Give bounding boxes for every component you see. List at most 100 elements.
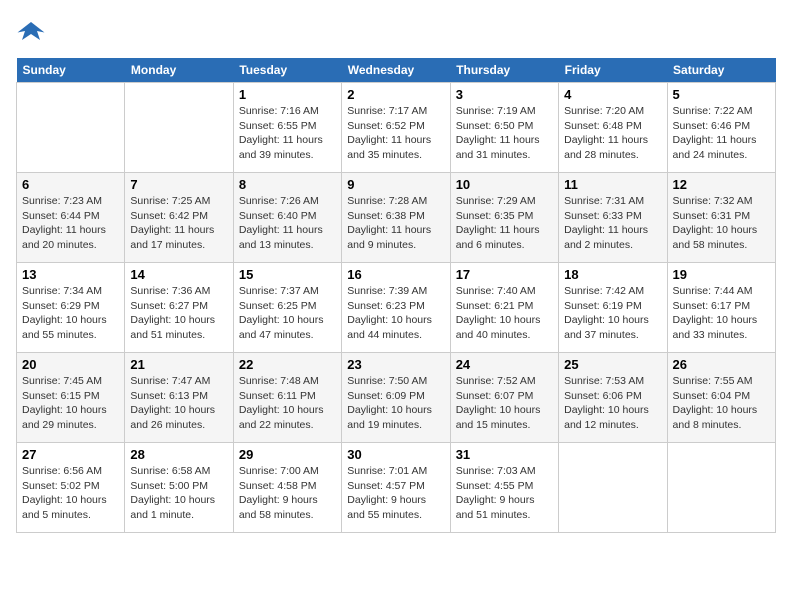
calendar-day-cell: 14Sunrise: 7:36 AMSunset: 6:27 PMDayligh… — [125, 263, 233, 353]
day-info: Sunrise: 7:28 AMSunset: 6:38 PMDaylight:… — [347, 194, 444, 253]
day-number: 20 — [22, 357, 119, 372]
day-number: 30 — [347, 447, 444, 462]
calendar-day-cell: 7Sunrise: 7:25 AMSunset: 6:42 PMDaylight… — [125, 173, 233, 263]
calendar-day-cell: 2 Sunrise: 7:17 AMSunset: 6:52 PMDaylight… — [342, 83, 450, 173]
calendar-day-cell: 6 Sunrise: 7:23 AMSunset: 6:44 PMDaylight… — [17, 173, 125, 263]
weekday-header: Sunday — [17, 58, 125, 83]
calendar-day-cell: 24 Sunrise: 7:52 AMSunset: 6:07 PMDayligh… — [450, 353, 558, 443]
calendar-week-row: 6 Sunrise: 7:23 AMSunset: 6:44 PMDaylight… — [17, 173, 776, 263]
calendar-day-cell: 25 Sunrise: 7:53 AMSunset: 6:06 PMDayligh… — [559, 353, 667, 443]
day-info: Sunrise: 6:58 AMSunset: 5:00 PMDaylight:… — [130, 464, 227, 523]
day-info: Sunrise: 7:03 AMSunset: 4:55 PMDaylight:… — [456, 464, 553, 523]
logo — [16, 16, 50, 46]
day-number: 31 — [456, 447, 553, 462]
day-info: Sunrise: 6:56 AMSunset: 5:02 PMDaylight:… — [22, 464, 119, 523]
calendar-day-cell — [125, 83, 233, 173]
day-info: Sunrise: 7:37 AMSunset: 6:25 PMDaylight:… — [239, 284, 336, 343]
day-number: 17 — [456, 267, 553, 282]
calendar-day-cell: 19 Sunrise: 7:44 AMSunset: 6:17 PMDayligh… — [667, 263, 775, 353]
calendar-day-cell: 17 Sunrise: 7:40 AMSunset: 6:21 PMDayligh… — [450, 263, 558, 353]
day-info: Sunrise: 7:42 AMSunset: 6:19 PMDaylight:… — [564, 284, 661, 343]
day-info: Sunrise: 7:50 AMSunset: 6:09 PMDaylight:… — [347, 374, 444, 433]
day-number: 28 — [130, 447, 227, 462]
calendar-day-cell: 20 Sunrise: 7:45 AMSunset: 6:15 PMDayligh… — [17, 353, 125, 443]
weekday-header: Tuesday — [233, 58, 341, 83]
weekday-header: Wednesday — [342, 58, 450, 83]
day-number: 5 — [673, 87, 770, 102]
day-info: Sunrise: 7:39 AMSunset: 6:23 PMDaylight:… — [347, 284, 444, 343]
calendar-day-cell: 4 Sunrise: 7:20 AMSunset: 6:48 PMDaylight… — [559, 83, 667, 173]
calendar-day-cell: 22 Sunrise: 7:48 AMSunset: 6:11 PMDayligh… — [233, 353, 341, 443]
day-number: 2 — [347, 87, 444, 102]
day-info: Sunrise: 7:53 AMSunset: 6:06 PMDaylight:… — [564, 374, 661, 433]
day-info: Sunrise: 7:17 AMSunset: 6:52 PMDaylight:… — [347, 104, 444, 163]
day-number: 26 — [673, 357, 770, 372]
day-number: 27 — [22, 447, 119, 462]
calendar-day-cell: 18Sunrise: 7:42 AMSunset: 6:19 PMDayligh… — [559, 263, 667, 353]
day-number: 19 — [673, 267, 770, 282]
calendar-day-cell: 13Sunrise: 7:34 AMSunset: 6:29 PMDayligh… — [17, 263, 125, 353]
day-info: Sunrise: 7:44 AMSunset: 6:17 PMDaylight:… — [673, 284, 770, 343]
calendar-day-cell: 8Sunrise: 7:26 AMSunset: 6:40 PMDaylight… — [233, 173, 341, 263]
calendar-day-cell — [17, 83, 125, 173]
calendar-day-cell: 23 Sunrise: 7:50 AMSunset: 6:09 PMDayligh… — [342, 353, 450, 443]
weekday-header: Monday — [125, 58, 233, 83]
calendar-table: SundayMondayTuesdayWednesdayThursdayFrid… — [16, 58, 776, 533]
calendar-day-cell: 10 Sunrise: 7:29 AMSunset: 6:35 PMDayligh… — [450, 173, 558, 263]
calendar-day-cell: 1 Sunrise: 7:16 AMSunset: 6:55 PMDaylight… — [233, 83, 341, 173]
calendar-day-cell: 27 Sunrise: 6:56 AMSunset: 5:02 PMDayligh… — [17, 443, 125, 533]
day-number: 9 — [347, 177, 444, 192]
calendar-day-cell: 5Sunrise: 7:22 AMSunset: 6:46 PMDaylight… — [667, 83, 775, 173]
day-number: 10 — [456, 177, 553, 192]
day-number: 12 — [673, 177, 770, 192]
day-info: Sunrise: 7:45 AMSunset: 6:15 PMDaylight:… — [22, 374, 119, 433]
weekday-header: Thursday — [450, 58, 558, 83]
day-number: 13 — [22, 267, 119, 282]
day-info: Sunrise: 7:47 AMSunset: 6:13 PMDaylight:… — [130, 374, 227, 433]
page-header — [16, 16, 776, 46]
day-info: Sunrise: 7:19 AMSunset: 6:50 PMDaylight:… — [456, 104, 553, 163]
calendar-day-cell — [559, 443, 667, 533]
day-number: 23 — [347, 357, 444, 372]
day-info: Sunrise: 7:52 AMSunset: 6:07 PMDaylight:… — [456, 374, 553, 433]
logo-icon — [16, 16, 46, 46]
day-number: 1 — [239, 87, 336, 102]
day-info: Sunrise: 7:26 AMSunset: 6:40 PMDaylight:… — [239, 194, 336, 253]
calendar-week-row: 20 Sunrise: 7:45 AMSunset: 6:15 PMDayligh… — [17, 353, 776, 443]
calendar-week-row: 1 Sunrise: 7:16 AMSunset: 6:55 PMDaylight… — [17, 83, 776, 173]
day-info: Sunrise: 7:40 AMSunset: 6:21 PMDaylight:… — [456, 284, 553, 343]
day-info: Sunrise: 7:16 AMSunset: 6:55 PMDaylight:… — [239, 104, 336, 163]
day-info: Sunrise: 7:00 AMSunset: 4:58 PMDaylight:… — [239, 464, 336, 523]
calendar-week-row: 13Sunrise: 7:34 AMSunset: 6:29 PMDayligh… — [17, 263, 776, 353]
calendar-day-cell: 9 Sunrise: 7:28 AMSunset: 6:38 PMDaylight… — [342, 173, 450, 263]
calendar-day-cell: 31 Sunrise: 7:03 AMSunset: 4:55 PMDayligh… — [450, 443, 558, 533]
day-number: 11 — [564, 177, 661, 192]
day-info: Sunrise: 7:20 AMSunset: 6:48 PMDaylight:… — [564, 104, 661, 163]
day-info: Sunrise: 7:01 AMSunset: 4:57 PMDaylight:… — [347, 464, 444, 523]
day-number: 7 — [130, 177, 227, 192]
day-number: 16 — [347, 267, 444, 282]
calendar-day-cell: 21Sunrise: 7:47 AMSunset: 6:13 PMDayligh… — [125, 353, 233, 443]
day-info: Sunrise: 7:23 AMSunset: 6:44 PMDaylight:… — [22, 194, 119, 253]
calendar-day-cell: 26 Sunrise: 7:55 AMSunset: 6:04 PMDayligh… — [667, 353, 775, 443]
day-info: Sunrise: 7:29 AMSunset: 6:35 PMDaylight:… — [456, 194, 553, 253]
weekday-header: Friday — [559, 58, 667, 83]
day-number: 3 — [456, 87, 553, 102]
calendar-day-cell: 30 Sunrise: 7:01 AMSunset: 4:57 PMDayligh… — [342, 443, 450, 533]
calendar-day-cell: 16 Sunrise: 7:39 AMSunset: 6:23 PMDayligh… — [342, 263, 450, 353]
calendar-day-cell: 29 Sunrise: 7:00 AMSunset: 4:58 PMDayligh… — [233, 443, 341, 533]
calendar-day-cell: 12Sunrise: 7:32 AMSunset: 6:31 PMDayligh… — [667, 173, 775, 263]
calendar-day-cell: 28 Sunrise: 6:58 AMSunset: 5:00 PMDayligh… — [125, 443, 233, 533]
day-number: 24 — [456, 357, 553, 372]
day-number: 15 — [239, 267, 336, 282]
day-number: 4 — [564, 87, 661, 102]
day-info: Sunrise: 7:55 AMSunset: 6:04 PMDaylight:… — [673, 374, 770, 433]
day-number: 25 — [564, 357, 661, 372]
day-info: Sunrise: 7:48 AMSunset: 6:11 PMDaylight:… — [239, 374, 336, 433]
day-number: 29 — [239, 447, 336, 462]
calendar-week-row: 27 Sunrise: 6:56 AMSunset: 5:02 PMDayligh… — [17, 443, 776, 533]
day-number: 22 — [239, 357, 336, 372]
day-number: 6 — [22, 177, 119, 192]
day-number: 14 — [130, 267, 227, 282]
calendar-day-cell: 15 Sunrise: 7:37 AMSunset: 6:25 PMDayligh… — [233, 263, 341, 353]
